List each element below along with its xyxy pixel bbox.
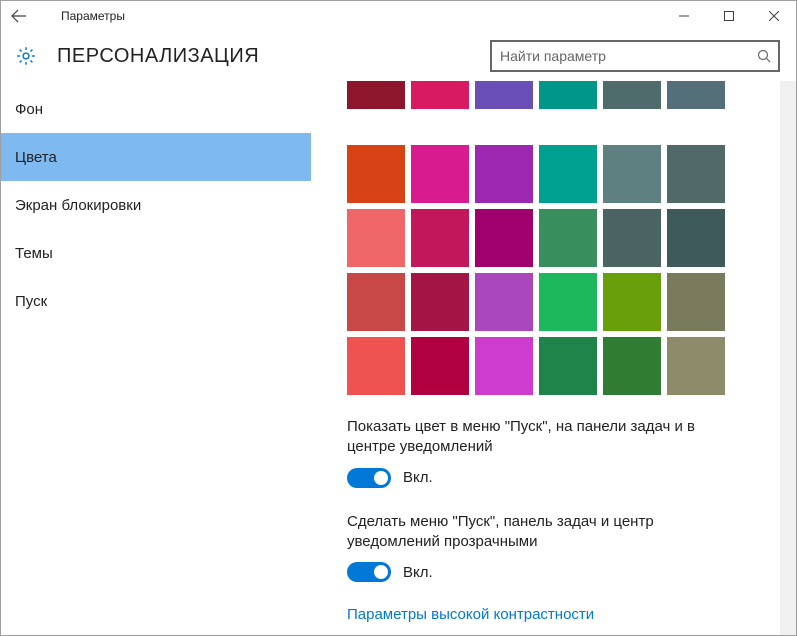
- color-swatch[interactable]: [539, 145, 597, 203]
- color-swatch[interactable]: [603, 273, 661, 331]
- sidebar-item-themes[interactable]: Темы: [1, 229, 311, 277]
- toggle-show-color[interactable]: [347, 468, 391, 488]
- color-swatch[interactable]: [603, 81, 661, 109]
- back-button[interactable]: [5, 2, 33, 30]
- color-swatches: [347, 81, 760, 395]
- color-swatch[interactable]: [475, 81, 533, 109]
- toggle-state-transparent: Вкл.: [403, 564, 433, 581]
- color-swatch[interactable]: [667, 337, 725, 395]
- color-swatch[interactable]: [347, 209, 405, 267]
- toggle-state-show-color: Вкл.: [403, 469, 433, 486]
- color-swatch[interactable]: [475, 209, 533, 267]
- color-swatch[interactable]: [411, 145, 469, 203]
- scrollbar[interactable]: [780, 81, 796, 635]
- color-swatch[interactable]: [667, 273, 725, 331]
- search-input[interactable]: [500, 48, 756, 64]
- minimize-button[interactable]: [661, 1, 706, 31]
- content: Показать цвет в меню "Пуск", на панели з…: [311, 81, 780, 635]
- sidebar-item-lockscreen[interactable]: Экран блокировки: [1, 181, 311, 229]
- sidebar-item-background[interactable]: Фон: [1, 85, 311, 133]
- high-contrast-link[interactable]: Параметры высокой контрастности: [347, 606, 594, 623]
- settings-icon: [15, 45, 37, 67]
- color-swatch[interactable]: [539, 273, 597, 331]
- color-swatch[interactable]: [539, 209, 597, 267]
- color-swatch[interactable]: [539, 337, 597, 395]
- color-swatch[interactable]: [411, 337, 469, 395]
- close-button[interactable]: [751, 1, 796, 31]
- setting-label-show-color: Показать цвет в меню "Пуск", на панели з…: [347, 417, 747, 458]
- color-swatch[interactable]: [347, 273, 405, 331]
- color-swatch[interactable]: [667, 81, 725, 109]
- sidebar-item-label: Цвета: [15, 149, 57, 166]
- setting-label-transparent: Сделать меню "Пуск", панель задач и цент…: [347, 512, 747, 553]
- color-swatch[interactable]: [667, 209, 725, 267]
- color-swatch[interactable]: [603, 337, 661, 395]
- search-box[interactable]: [490, 40, 780, 72]
- toggle-transparent[interactable]: [347, 562, 391, 582]
- color-swatch[interactable]: [475, 273, 533, 331]
- titlebar: Параметры: [1, 1, 796, 31]
- color-swatch[interactable]: [347, 81, 405, 109]
- color-swatch[interactable]: [603, 145, 661, 203]
- page-title: ПЕРСОНАЛИЗАЦИЯ: [57, 45, 490, 68]
- search-icon: [756, 48, 772, 64]
- color-swatch[interactable]: [411, 209, 469, 267]
- color-swatch[interactable]: [411, 81, 469, 109]
- sidebar-item-colors[interactable]: Цвета: [1, 133, 311, 181]
- sidebar-item-label: Пуск: [15, 293, 47, 310]
- color-swatch[interactable]: [667, 145, 725, 203]
- color-swatch[interactable]: [347, 145, 405, 203]
- color-swatch[interactable]: [539, 81, 597, 109]
- sidebar: Фон Цвета Экран блокировки Темы Пуск: [1, 81, 311, 635]
- color-swatch[interactable]: [603, 209, 661, 267]
- sidebar-item-label: Экран блокировки: [15, 197, 141, 214]
- window-controls: [661, 1, 796, 31]
- sidebar-item-label: Темы: [15, 245, 53, 262]
- maximize-button[interactable]: [706, 1, 751, 31]
- sidebar-item-start[interactable]: Пуск: [1, 277, 311, 325]
- sidebar-item-label: Фон: [15, 101, 43, 118]
- color-swatch[interactable]: [475, 337, 533, 395]
- color-swatch[interactable]: [411, 273, 469, 331]
- color-swatch[interactable]: [475, 145, 533, 203]
- color-swatch[interactable]: [347, 337, 405, 395]
- header: ПЕРСОНАЛИЗАЦИЯ: [1, 31, 796, 81]
- window-title: Параметры: [61, 9, 661, 23]
